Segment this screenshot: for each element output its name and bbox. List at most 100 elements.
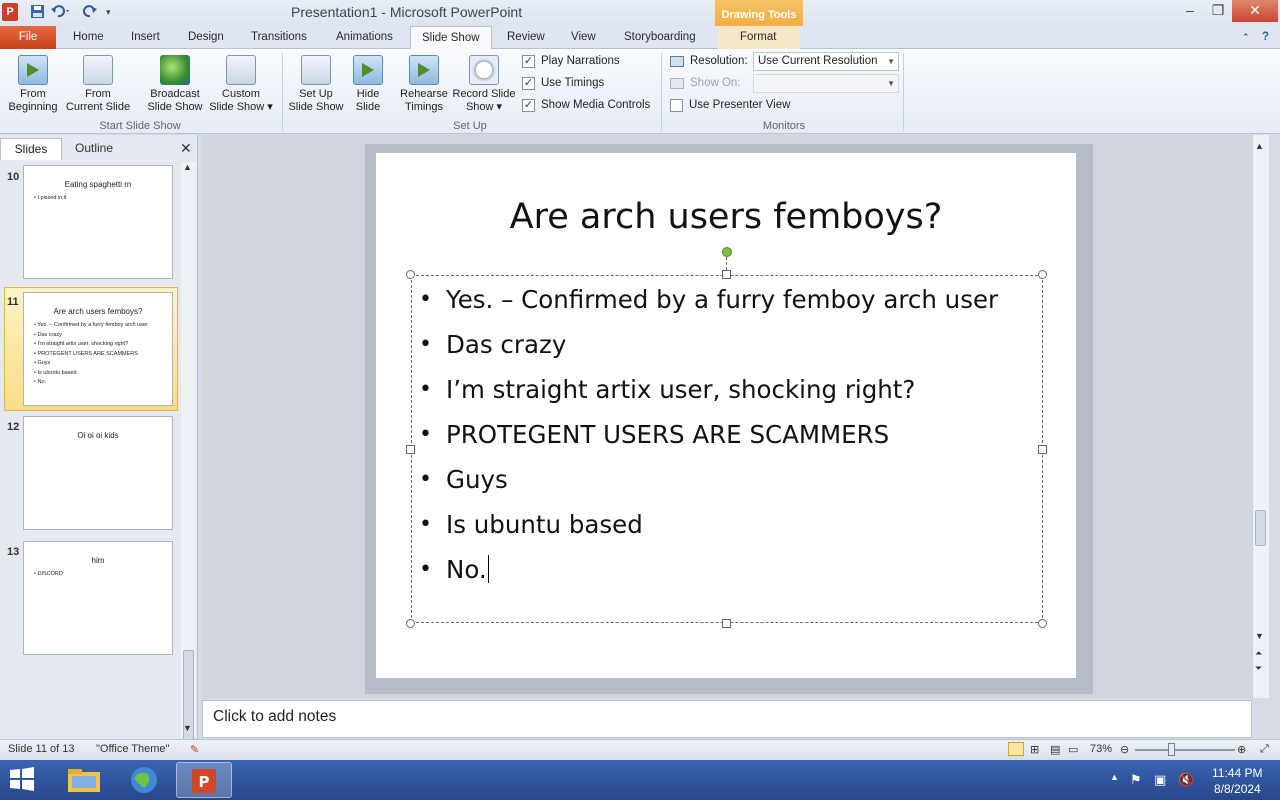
thumbnail-bullet: DISCORD [34,570,168,580]
zoom-in-icon[interactable]: ⊕ [1237,743,1246,756]
show-on-select[interactable]: ▼ [753,74,899,93]
scroll-down-icon[interactable]: ▼ [183,723,192,733]
minimize-ribbon-icon[interactable]: ⌃ [1242,26,1250,49]
play-narrations-checkbox[interactable]: ✓ Play Narrations [522,54,620,70]
tab-transitions[interactable]: Transitions [251,26,307,49]
zoom-out-icon[interactable]: ⊖ [1120,743,1129,756]
bullet-item[interactable]: I’m straight artix user, shocking right? [419,370,998,415]
show-hidden-icons-icon[interactable]: ▲ [1110,772,1119,782]
from-beginning-button[interactable]: From Beginning [4,51,62,114]
tab-slides[interactable]: Slides [0,138,62,160]
help-icon[interactable]: ? [1262,26,1269,49]
resize-handle-ne[interactable] [1038,270,1047,279]
slide-thumbnail-12[interactable]: Oi oi oi kids [23,416,173,530]
powerpoint-taskbar-icon[interactable]: P [176,762,232,798]
slide-thumbnail-11[interactable]: Are arch users femboys? Yes. – Confirmed… [23,292,173,406]
zoom-slider-knob[interactable] [1168,743,1175,756]
drawing-tools-context-label: Drawing Tools [715,0,803,29]
slide-number: 12 [7,421,20,433]
undo-icon[interactable] [50,4,69,20]
resize-handle-s[interactable] [722,619,731,628]
broadcast-slide-show-button[interactable]: Broadcast Slide Show [143,51,207,114]
normal-view-icon[interactable] [1008,742,1024,756]
tab-format[interactable]: Format [740,26,776,49]
bullet-item[interactable]: Guys [419,460,998,505]
maximize-button[interactable]: ❐ [1204,0,1232,22]
rotation-handle[interactable] [722,247,732,257]
slide-thumbnail-13[interactable]: him DISCORD [23,541,173,655]
scroll-up-icon[interactable]: ▲ [1255,141,1264,151]
minimize-button[interactable]: – [1176,0,1204,22]
scroll-down-icon[interactable]: ▼ [1255,631,1264,641]
record-slide-show-button[interactable]: Record Slide Show ▾ [450,51,518,114]
bullet-item[interactable]: PROTEGENT USERS ARE SCAMMERS [419,415,998,460]
slide-show-view-icon[interactable]: ▭ [1068,743,1078,756]
spell-check-icon[interactable]: ✎ [190,743,199,756]
theme-name[interactable]: "Office Theme" [96,743,169,755]
content-placeholder[interactable]: Yes. – Confirmed by a furry femboy arch … [411,275,1043,623]
customize-qat-icon[interactable]: ▾ [106,4,122,20]
clock-date[interactable]: 8/8/2024 [1214,782,1261,796]
resize-handle-n[interactable] [722,270,731,279]
bullet-item[interactable]: Das crazy [419,325,998,370]
windows-start-icon[interactable] [8,766,38,794]
action-center-flag-icon[interactable]: ⚑ [1130,772,1142,788]
clock-time[interactable]: 11:44 PM [1212,766,1262,780]
tab-animations[interactable]: Animations [336,26,393,49]
panel-scrollbar[interactable]: ▲ ▼ [181,162,196,750]
notes-pane[interactable]: Click to add notes [202,700,1252,738]
tab-insert[interactable]: Insert [131,26,160,49]
powerpoint-app-icon[interactable]: P [2,3,18,21]
show-media-controls-checkbox[interactable]: ✓ Show Media Controls [522,98,650,114]
resize-handle-sw[interactable] [406,619,415,628]
custom-slide-show-button[interactable]: Custom Slide Show ▾ [206,51,276,114]
tab-review[interactable]: Review [507,26,545,49]
slide-sorter-icon[interactable]: ⊞ [1030,743,1039,756]
from-current-slide-button[interactable]: From Current Slide [63,51,133,114]
window-title: Presentation1 - Microsoft PowerPoint [291,4,523,20]
resolution-select[interactable]: Use Current Resolution ▼ [753,52,899,71]
tab-file[interactable]: File [0,26,56,49]
panel-scroll-thumb[interactable] [183,650,194,750]
fit-to-window-icon[interactable]: ⤢ [1260,743,1269,756]
tab-design[interactable]: Design [188,26,224,49]
resize-handle-w[interactable] [406,445,415,454]
main-scroll-thumb[interactable] [1255,510,1266,546]
bullet-item[interactable]: Yes. – Confirmed by a furry femboy arch … [419,280,998,325]
save-icon[interactable] [30,4,46,20]
resize-handle-e[interactable] [1038,445,1047,454]
tab-home[interactable]: Home [73,26,104,49]
browser-globe-icon[interactable] [116,762,172,798]
set-up-slide-show-button[interactable]: Set Up Slide Show [286,51,346,114]
close-button[interactable]: ✕ [1232,0,1278,22]
network-icon[interactable]: ▣ [1154,772,1166,788]
tab-slide-show[interactable]: Slide Show [410,26,492,50]
tab-storyboarding[interactable]: Storyboarding [624,26,696,49]
slide-thumbnail-10[interactable]: Eating spaghetti rn I pissed in it [23,165,173,279]
use-presenter-view-checkbox[interactable]: Use Presenter View [670,98,790,114]
main-scrollbar[interactable]: ▲ ▼ ⏶ ⏷ [1252,135,1269,698]
bullet-item-last[interactable]: No. [419,550,998,595]
close-panel-icon[interactable]: ✕ [180,140,192,157]
zoom-slider[interactable] [1135,749,1235,751]
tab-outline[interactable]: Outline [63,138,125,160]
resize-handle-nw[interactable] [406,270,415,279]
tab-view[interactable]: View [571,26,596,49]
use-timings-checkbox[interactable]: ✓ Use Timings [522,76,604,92]
ribbon-tabs: File Home Insert Design Transitions Anim… [0,26,1280,50]
next-slide-icon[interactable]: ⏷ [1255,663,1262,674]
file-explorer-icon[interactable] [56,762,112,798]
redo-icon[interactable] [82,4,98,20]
slide-title[interactable]: Are arch users femboys? [376,197,1076,237]
bullet-item[interactable]: Is ubuntu based [419,505,998,550]
resize-handle-se[interactable] [1038,619,1047,628]
slide-canvas[interactable]: Are arch users femboys? Yes. – Confirmed… [376,153,1076,678]
previous-slide-icon[interactable]: ⏶ [1255,648,1262,659]
rehearse-timings-button[interactable]: Rehearse Timings [396,51,452,114]
zoom-level[interactable]: 73% [1090,743,1112,755]
hide-slide-button[interactable]: Hide Slide [348,51,388,114]
volume-muted-icon[interactable]: 🔇 [1178,772,1194,788]
notes-placeholder[interactable]: Click to add notes [213,708,336,726]
scroll-up-icon[interactable]: ▲ [183,162,192,172]
reading-view-icon[interactable]: ▤ [1050,743,1060,756]
